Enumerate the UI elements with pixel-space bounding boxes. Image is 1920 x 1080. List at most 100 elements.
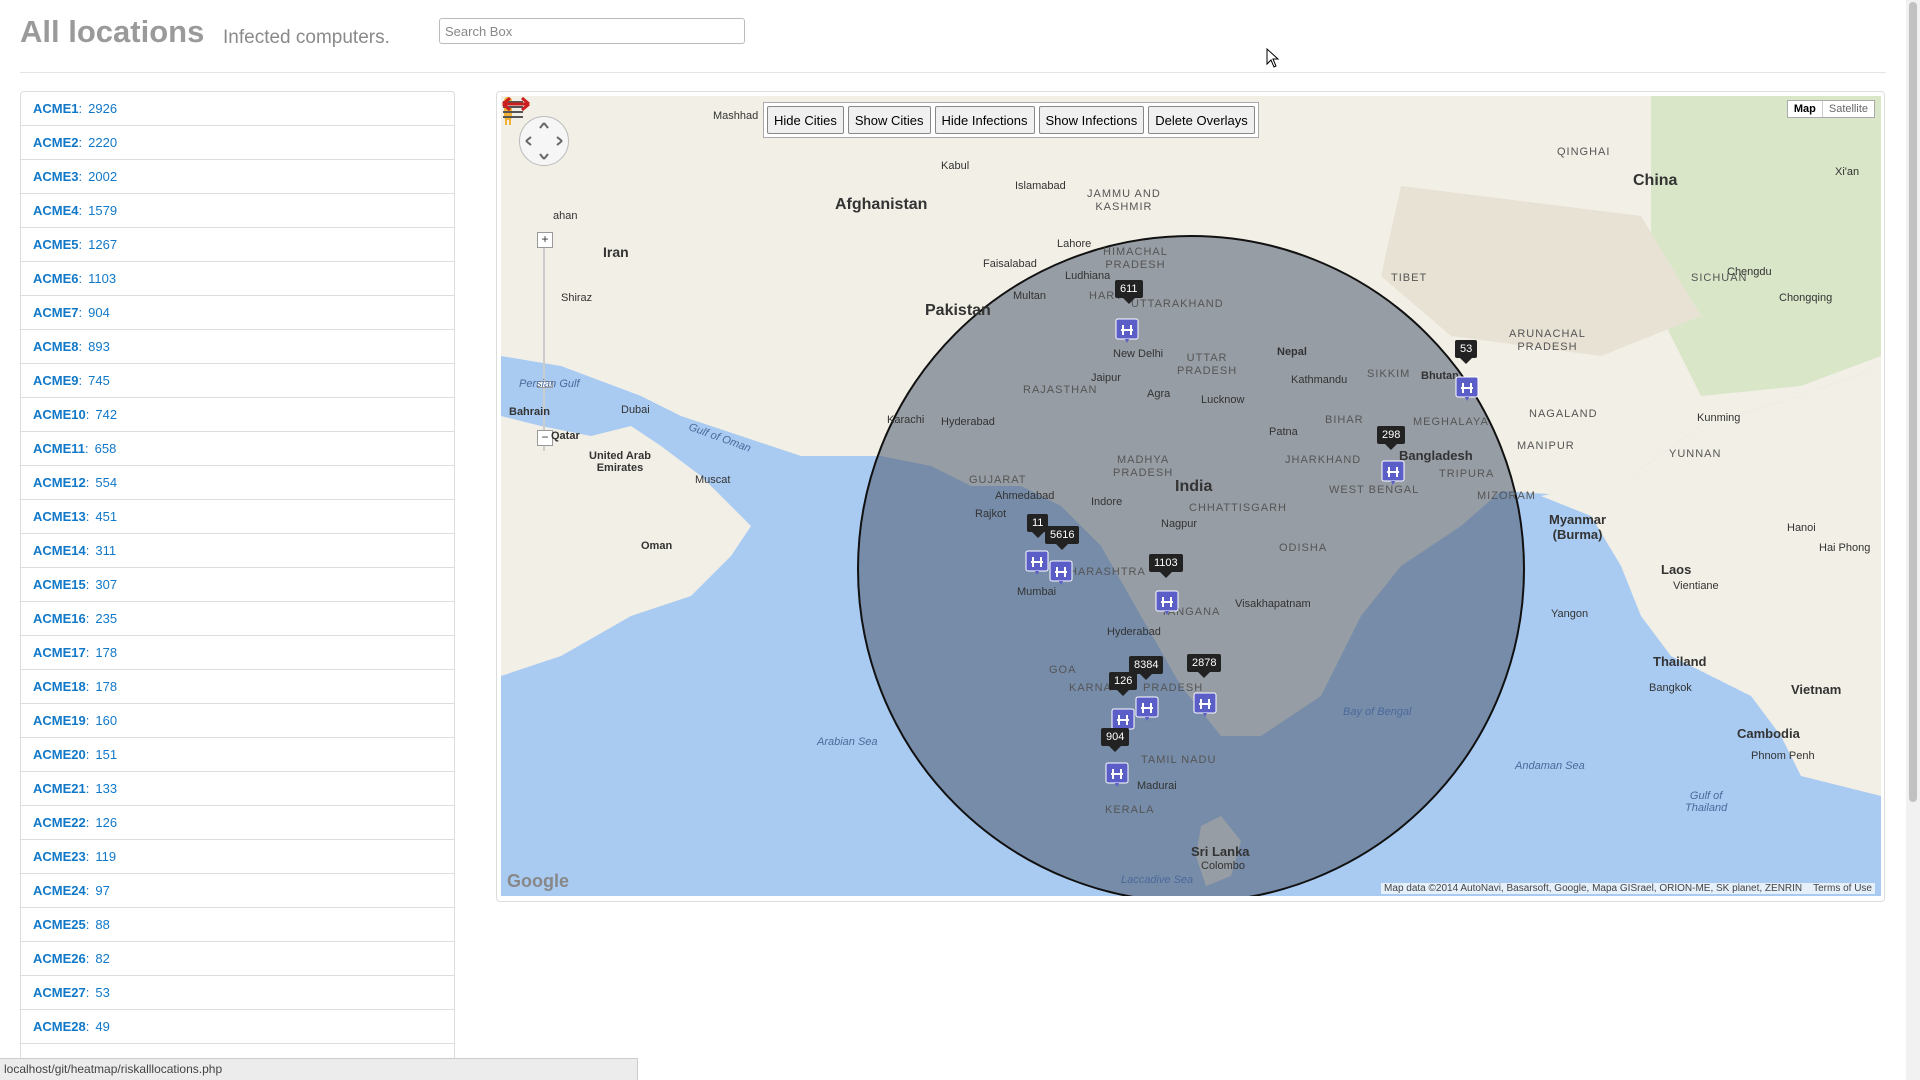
location-infection-count: 2220 xyxy=(88,135,118,150)
location-infection-count: 178 xyxy=(95,645,118,660)
infection-count-badge[interactable]: 1103 xyxy=(1149,554,1183,578)
location-name-link[interactable]: ACME20 xyxy=(33,747,86,762)
label-bahrain: Bahrain xyxy=(509,406,550,418)
location-name-link[interactable]: ACME6 xyxy=(33,271,79,286)
infection-marker-icon[interactable] xyxy=(1025,550,1049,576)
pan-control[interactable] xyxy=(519,116,569,166)
location-list-item[interactable]: ACME2:2220 xyxy=(21,126,454,160)
location-name-link[interactable]: ACME21 xyxy=(33,781,86,796)
location-list-item[interactable]: ACME18:178 xyxy=(21,670,454,704)
search-input[interactable] xyxy=(439,18,745,44)
location-name-link[interactable]: ACME17 xyxy=(33,645,86,660)
location-name-link[interactable]: ACME19 xyxy=(33,713,86,728)
location-list-item[interactable]: ACME24:97 xyxy=(21,874,454,908)
location-separator: : xyxy=(85,985,90,1000)
location-name-link[interactable]: ACME5 xyxy=(33,237,79,252)
infection-marker-icon[interactable] xyxy=(1049,560,1073,586)
location-list-item[interactable]: ACME1:2926 xyxy=(21,92,454,126)
location-name-link[interactable]: ACME27 xyxy=(33,985,86,1000)
location-list-item[interactable]: ACME15:307 xyxy=(21,568,454,602)
location-name-link[interactable]: ACME15 xyxy=(33,577,86,592)
zoom-slider-track[interactable] xyxy=(543,236,545,451)
infection-count-badge[interactable]: 904 xyxy=(1101,728,1130,752)
location-list-item[interactable]: ACME21:133 xyxy=(21,772,454,806)
infection-count-badge[interactable]: 126 xyxy=(1109,672,1138,696)
show-infections-button[interactable]: Show Infections xyxy=(1038,106,1145,134)
location-name-link[interactable]: ACME28 xyxy=(33,1019,86,1034)
location-list-item[interactable]: ACME26:82 xyxy=(21,942,454,976)
location-name-link[interactable]: ACME13 xyxy=(33,509,86,524)
terms-of-use-link[interactable]: Terms of Use xyxy=(1813,883,1872,894)
location-list-item[interactable]: ACME11:658 xyxy=(21,432,454,466)
location-list-item[interactable]: ACME12:554 xyxy=(21,466,454,500)
label-bangladesh: Bangladesh xyxy=(1399,448,1473,463)
location-list-item[interactable]: ACME13:451 xyxy=(21,500,454,534)
location-list-item[interactable]: ACME5:1267 xyxy=(21,228,454,262)
location-list-item[interactable]: ACME20:151 xyxy=(21,738,454,772)
label-ahmedabad: Ahmedabad xyxy=(995,490,1055,502)
zoom-in-button[interactable]: + xyxy=(537,232,553,248)
location-list-item[interactable]: ACME23:119 xyxy=(21,840,454,874)
infection-marker-icon[interactable] xyxy=(1381,460,1405,486)
location-name-link[interactable]: ACME18 xyxy=(33,679,86,694)
infection-marker-icon[interactable] xyxy=(1115,318,1139,344)
infection-count-badge[interactable]: 53 xyxy=(1455,340,1478,364)
location-list-item[interactable]: ACME16:235 xyxy=(21,602,454,636)
infection-marker-icon[interactable] xyxy=(1135,696,1159,722)
location-list-item[interactable]: ACME25:88 xyxy=(21,908,454,942)
location-list-item[interactable]: ACME14:311 xyxy=(21,534,454,568)
show-cities-button[interactable]: Show Cities xyxy=(847,106,931,134)
circle-resize-handle-icon[interactable] xyxy=(501,96,531,112)
infection-count-badge[interactable]: 5616 xyxy=(1045,526,1080,550)
location-name-link[interactable]: ACME3 xyxy=(33,169,79,184)
infection-count-badge[interactable]: 611 xyxy=(1115,280,1143,304)
location-name-link[interactable]: ACME2 xyxy=(33,135,79,150)
infection-marker-icon[interactable] xyxy=(1155,590,1179,616)
location-name-link[interactable]: ACME8 xyxy=(33,339,79,354)
infection-count-badge[interactable]: 298 xyxy=(1377,426,1406,450)
location-name-link[interactable]: ACME25 xyxy=(33,917,86,932)
location-name-link[interactable]: ACME16 xyxy=(33,611,86,626)
location-list-item[interactable]: ACME19:160 xyxy=(21,704,454,738)
location-name-link[interactable]: ACME10 xyxy=(33,407,86,422)
location-name-link[interactable]: ACME9 xyxy=(33,373,79,388)
label-tamil-nadu: TAMIL NADU xyxy=(1141,754,1217,766)
location-list-item[interactable]: ACME10:742 xyxy=(21,398,454,432)
hide-infections-button[interactable]: Hide Infections xyxy=(934,106,1035,134)
infection-marker-icon[interactable] xyxy=(1105,762,1129,788)
scrollbar-thumb[interactable] xyxy=(1909,2,1917,802)
location-list-item[interactable]: ACME28:49 xyxy=(21,1010,454,1044)
location-name-link[interactable]: ACME7 xyxy=(33,305,79,320)
location-list-item[interactable]: ACME4:1579 xyxy=(21,194,454,228)
location-name-link[interactable]: ACME12 xyxy=(33,475,86,490)
map-type-satellite-button[interactable]: Satellite xyxy=(1821,101,1874,117)
label-patna: Patna xyxy=(1269,426,1298,438)
label-tibet: TIBET xyxy=(1391,272,1428,284)
location-name-link[interactable]: ACME4 xyxy=(33,203,79,218)
location-name-link[interactable]: ACME24 xyxy=(33,883,86,898)
location-list-item[interactable]: ACME7:904 xyxy=(21,296,454,330)
location-name-link[interactable]: ACME22 xyxy=(33,815,86,830)
label-mumbai: Mumbai xyxy=(1017,586,1057,598)
header-divider xyxy=(20,72,1886,73)
location-name-link[interactable]: ACME11 xyxy=(33,441,85,456)
delete-overlays-button[interactable]: Delete Overlays xyxy=(1148,106,1255,134)
infection-count-badge[interactable]: 2878 xyxy=(1187,654,1222,678)
map[interactable]: Hide Cities Show Cities Hide Infections … xyxy=(501,96,1881,896)
label-chengdu: Chengdu xyxy=(1727,266,1772,278)
location-list-item[interactable]: ACME27:53 xyxy=(21,976,454,1010)
location-list-item[interactable]: ACME17:178 xyxy=(21,636,454,670)
location-list-item[interactable]: ACME8:893 xyxy=(21,330,454,364)
infection-marker-icon[interactable] xyxy=(1455,376,1479,402)
location-list-item[interactable]: ACME22:126 xyxy=(21,806,454,840)
location-name-link[interactable]: ACME23 xyxy=(33,849,86,864)
map-type-map-button[interactable]: Map xyxy=(1788,101,1822,117)
location-list-item[interactable]: ACME3:2002 xyxy=(21,160,454,194)
hide-cities-button[interactable]: Hide Cities xyxy=(767,106,844,134)
location-name-link[interactable]: ACME1 xyxy=(33,101,79,116)
location-list-item[interactable]: ACME9:745 xyxy=(21,364,454,398)
location-list-item[interactable]: ACME6:1103 xyxy=(21,262,454,296)
infection-marker-icon[interactable] xyxy=(1193,692,1217,718)
location-name-link[interactable]: ACME14 xyxy=(33,543,86,558)
location-name-link[interactable]: ACME26 xyxy=(33,951,86,966)
